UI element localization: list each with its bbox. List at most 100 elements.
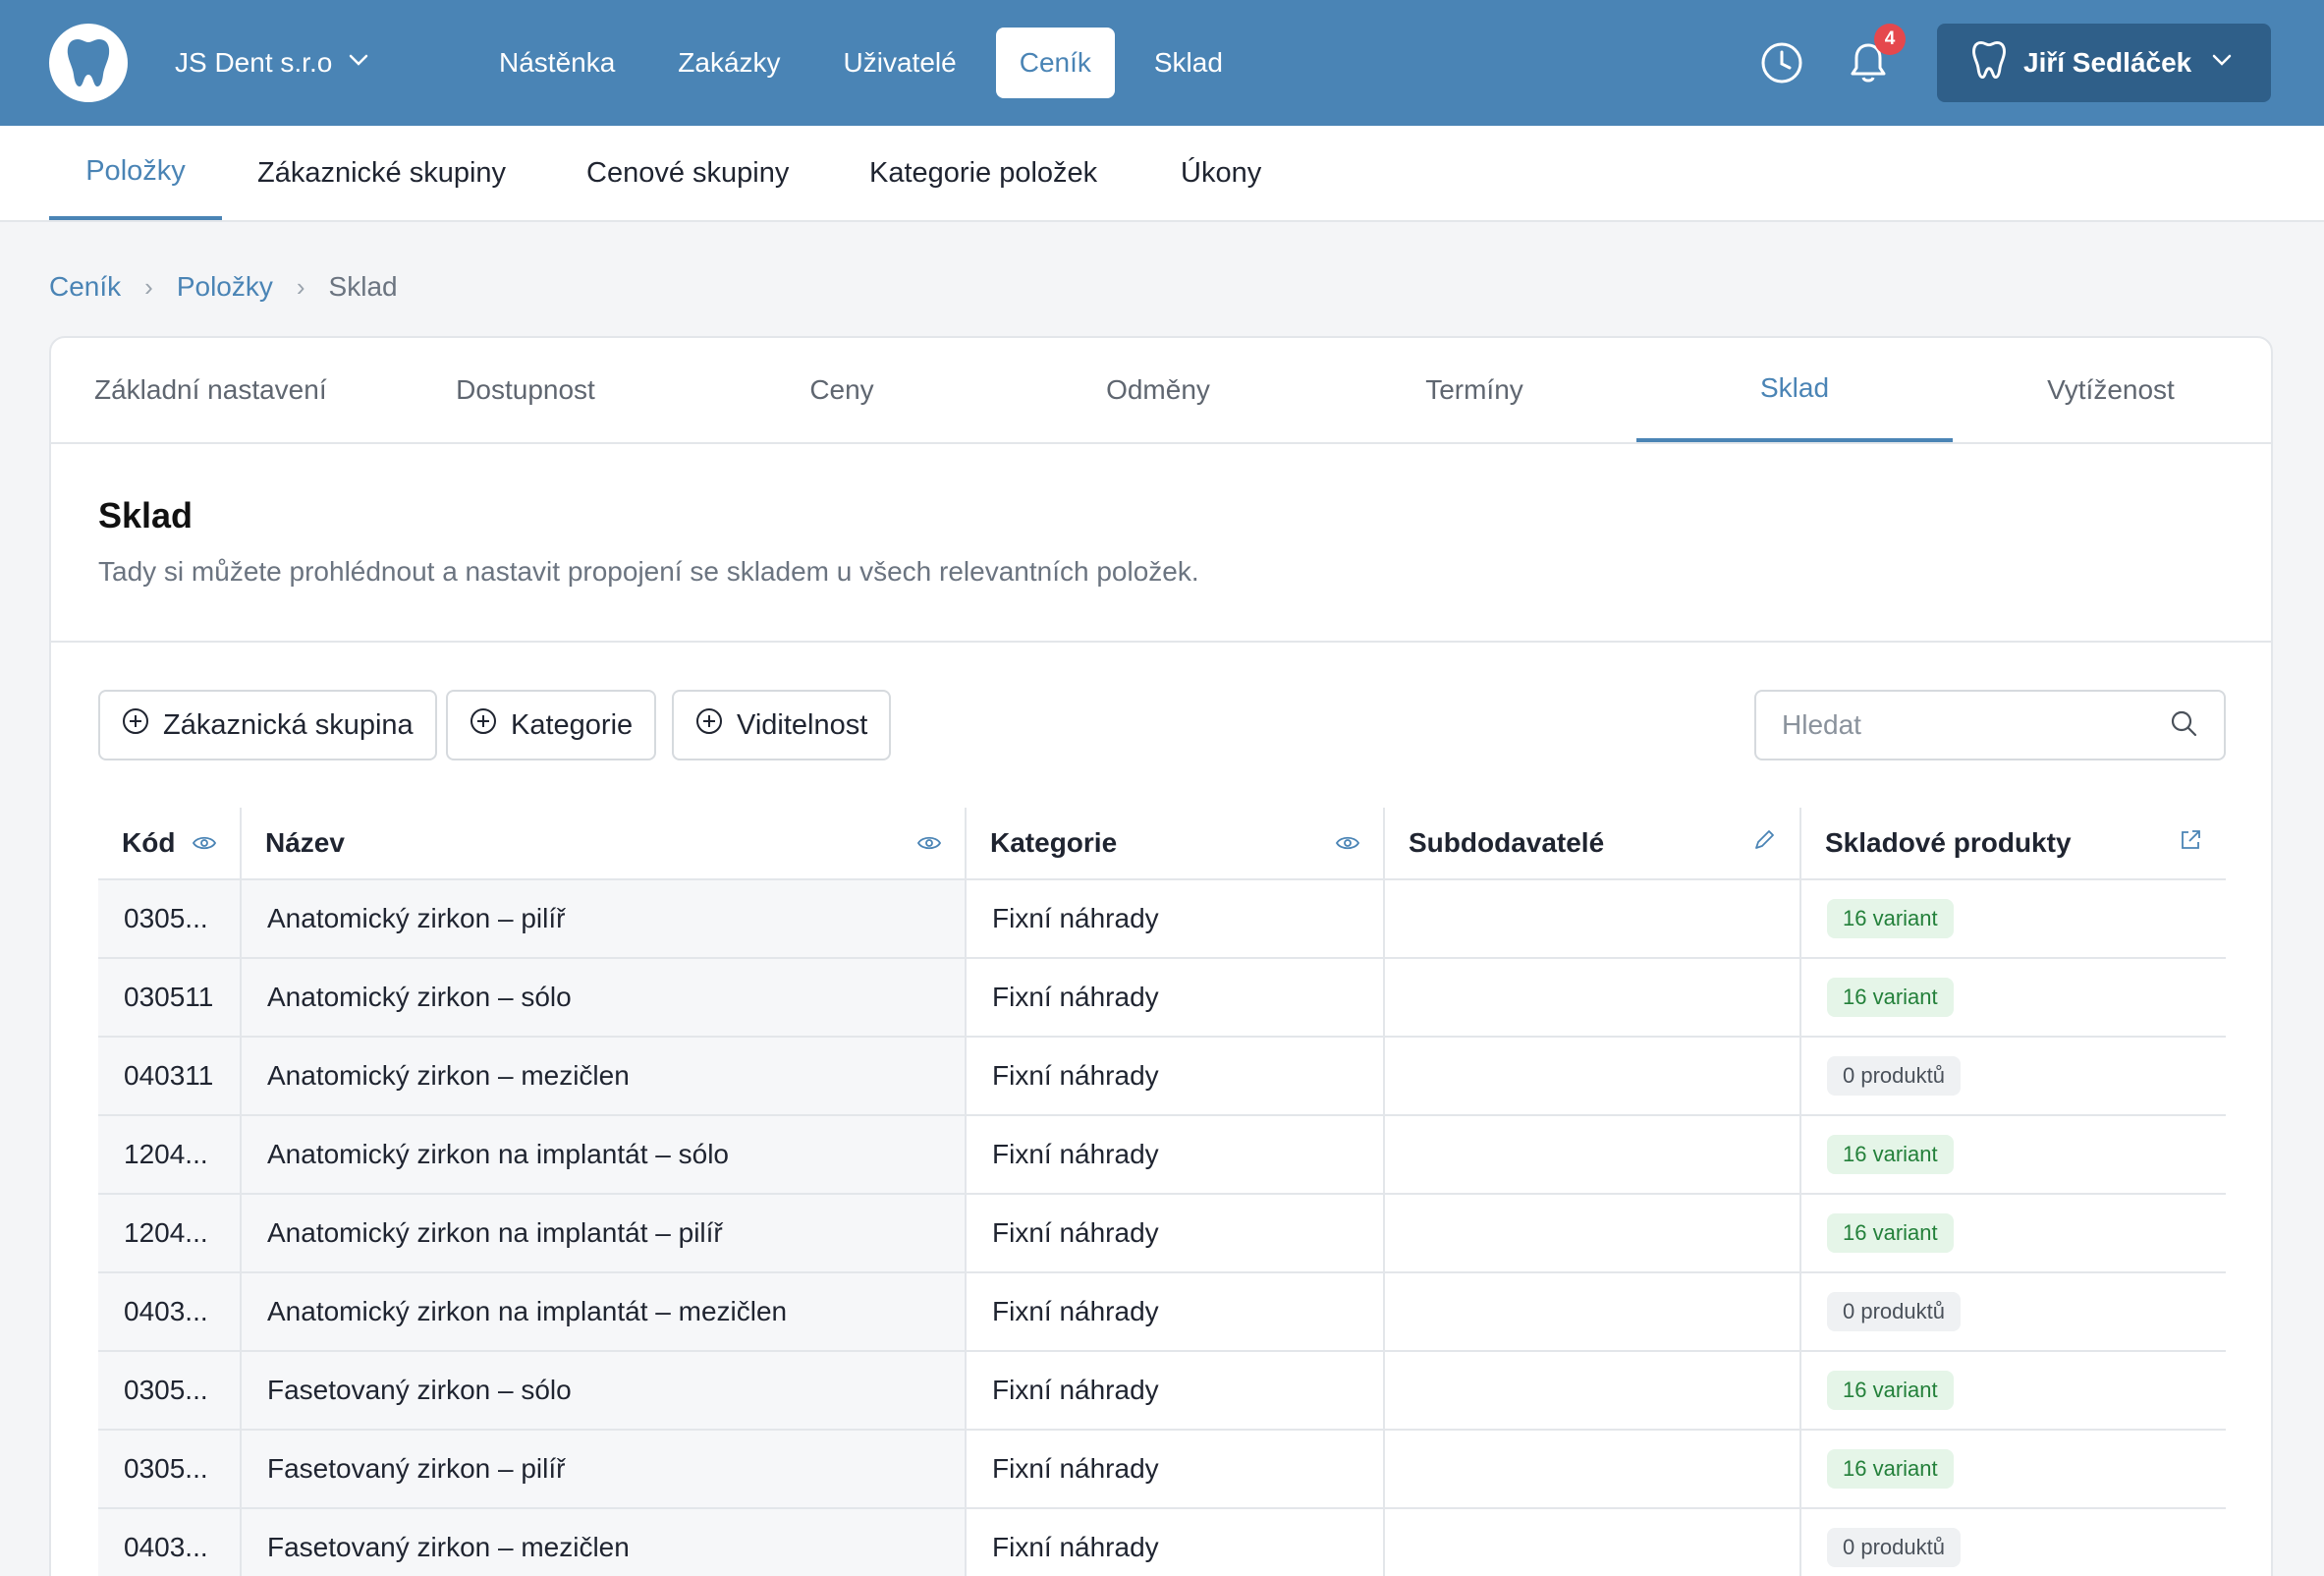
nav-item-sklad[interactable]: Sklad <box>1131 28 1246 98</box>
filter-category-button[interactable]: Kategorie <box>446 690 657 760</box>
stock-badge[interactable]: 16 variant <box>1827 1135 1954 1174</box>
subnav-item-polozky[interactable]: Položky <box>49 126 222 220</box>
cell-subdodavatele[interactable] <box>1385 1509 1801 1576</box>
tab-odmeny[interactable]: Odměny <box>1000 338 1316 442</box>
search-icon[interactable] <box>2169 708 2198 743</box>
stock-badge[interactable]: 16 variant <box>1827 1213 1954 1253</box>
user-menu-button[interactable]: Jiří Sedláček <box>1937 24 2271 102</box>
table-row[interactable]: 0305... Anatomický zirkon – pilíř Fixní ná… <box>98 880 2226 959</box>
clock-icon[interactable] <box>1758 39 1805 86</box>
cell-kod: 0305... <box>98 880 242 957</box>
divider <box>51 641 2271 643</box>
search-input[interactable] <box>1782 709 2155 741</box>
tab-sklad[interactable]: Sklad <box>1636 338 1953 442</box>
cell-kod: 030511 <box>98 959 242 1036</box>
tooth-outline-icon <box>1972 40 2006 85</box>
table-row[interactable]: 1204... Anatomický zirkon na implantát – … <box>98 1195 2226 1273</box>
subnav-item-zakaznicke-skupiny[interactable]: Zákaznické skupiny <box>257 126 506 220</box>
cell-subdodavatele[interactable] <box>1385 1352 1801 1429</box>
stock-badge[interactable]: 16 variant <box>1827 1449 1954 1489</box>
cell-kategorie: Fixní náhrady <box>967 1431 1385 1507</box>
tab-ceny[interactable]: Ceny <box>684 338 1000 442</box>
stock-badge[interactable]: 0 produktů <box>1827 1292 1961 1331</box>
column-header-nazev[interactable]: Název <box>242 808 967 878</box>
cell-subdodavatele[interactable] <box>1385 1116 1801 1193</box>
cell-kod: 0403... <box>98 1273 242 1350</box>
column-header-kod[interactable]: Kód <box>98 808 242 878</box>
cell-kod: 0305... <box>98 1431 242 1507</box>
filter-label: Zákaznická skupina <box>163 708 414 741</box>
subnav-item-kategorie-polozek[interactable]: Kategorie položek <box>869 126 1097 220</box>
stock-badge[interactable]: 16 variant <box>1827 899 1954 938</box>
cell-kod: 1204... <box>98 1116 242 1193</box>
company-switcher[interactable]: JS Dent s.r.o <box>175 39 371 86</box>
table-row[interactable]: 0305... Fasetovaný zirkon – pilíř Fixní ná… <box>98 1431 2226 1509</box>
cell-skladove-produkty: 16 variant <box>1801 880 2226 957</box>
nav-item-uzivatele[interactable]: Uživatelé <box>820 28 980 98</box>
top-header: JS Dent s.r.o Nástěnka Zakázky Uživatelé… <box>0 0 2324 126</box>
table-row[interactable]: 0305... Fasetovaný zirkon – sólo Fixní náh… <box>98 1352 2226 1431</box>
cell-nazev: Anatomický zirkon na implantát – mezičle… <box>242 1273 967 1350</box>
content-card: Základní nastavení Dostupnost Ceny Odměn… <box>49 336 2273 1576</box>
filter-customer-group-button[interactable]: Zákaznická skupina <box>98 690 437 760</box>
cell-subdodavatele[interactable] <box>1385 880 1801 957</box>
cell-subdodavatele[interactable] <box>1385 959 1801 1036</box>
cell-subdodavatele[interactable] <box>1385 1038 1801 1114</box>
table-body: 0305... Anatomický zirkon – pilíř Fixní ná… <box>98 880 2226 1576</box>
tooth-logo-icon[interactable] <box>49 24 128 102</box>
stock-badge[interactable]: 0 produktů <box>1827 1528 1961 1567</box>
cell-skladove-produkty: 0 produktů <box>1801 1038 2226 1114</box>
column-header-skladove-produkty[interactable]: Skladové produkty <box>1801 808 2226 878</box>
section-description: Tady si můžete prohlédnout a nastavit pr… <box>98 556 1199 587</box>
cell-nazev: Fasetovaný zirkon – sólo <box>242 1352 967 1429</box>
cell-skladove-produkty: 0 produktů <box>1801 1273 2226 1350</box>
table-row[interactable]: 0403... Fasetovaný zirkon – mezičlen Fixní… <box>98 1509 2226 1576</box>
nav-item-zakazky[interactable]: Zakázky <box>654 28 803 98</box>
cell-skladove-produkty: 0 produktů <box>1801 1509 2226 1576</box>
chevron-down-icon <box>2209 47 2235 80</box>
stock-badge[interactable]: 16 variant <box>1827 1371 1954 1410</box>
cell-kategorie: Fixní náhrady <box>967 880 1385 957</box>
table-row[interactable]: 1204... Anatomický zirkon na implantát – … <box>98 1116 2226 1195</box>
tab-dostupnost[interactable]: Dostupnost <box>367 338 684 442</box>
subnav-item-ukony[interactable]: Úkony <box>1181 126 1261 220</box>
breadcrumb-link-polozky[interactable]: Položky <box>177 271 273 303</box>
stock-badge[interactable]: 16 variant <box>1827 978 1954 1017</box>
tab-vytizenost[interactable]: Vytíženost <box>1953 338 2269 442</box>
cell-kategorie: Fixní náhrady <box>967 1352 1385 1429</box>
cell-skladove-produkty: 16 variant <box>1801 1116 2226 1193</box>
table-row[interactable]: 040311 Anatomický zirkon – mezičlen Fixní … <box>98 1038 2226 1116</box>
breadcrumb-link-cenik[interactable]: Ceník <box>49 271 121 303</box>
tab-terminy[interactable]: Termíny <box>1316 338 1632 442</box>
cell-subdodavatele[interactable] <box>1385 1195 1801 1271</box>
column-label: Subdodavatelé <box>1409 827 1605 858</box>
column-label: Kategorie <box>990 827 1118 858</box>
pencil-icon[interactable] <box>1752 827 1776 859</box>
nav-item-nastenka[interactable]: Nástěnka <box>475 28 638 98</box>
column-header-kategorie[interactable]: Kategorie <box>967 808 1385 878</box>
filter-visibility-button[interactable]: Viditelnost <box>672 690 892 760</box>
table-row[interactable]: 0403... Anatomický zirkon na implantát – … <box>98 1273 2226 1352</box>
cell-nazev: Anatomický zirkon – mezičlen <box>242 1038 967 1114</box>
cell-skladove-produkty: 16 variant <box>1801 1431 2226 1507</box>
tab-zakladni-nastaveni[interactable]: Základní nastavení <box>51 338 367 442</box>
cell-subdodavatele[interactable] <box>1385 1431 1801 1507</box>
cell-nazev: Fasetovaný zirkon – mezičlen <box>242 1509 967 1576</box>
external-link-icon[interactable] <box>2179 827 2202 859</box>
cell-kategorie: Fixní náhrady <box>967 1195 1385 1271</box>
eye-icon[interactable] <box>1335 827 1360 859</box>
cell-kategorie: Fixní náhrady <box>967 1273 1385 1350</box>
eye-icon[interactable] <box>192 827 217 859</box>
subnav-item-cenove-skupiny[interactable]: Cenové skupiny <box>586 126 789 220</box>
cell-subdodavatele[interactable] <box>1385 1273 1801 1350</box>
cell-skladove-produkty: 16 variant <box>1801 1352 2226 1429</box>
table-row[interactable]: 030511 Anatomický zirkon – sólo Fixní náhr… <box>98 959 2226 1038</box>
filter-label: Viditelnost <box>737 708 868 741</box>
stock-badge[interactable]: 0 produktů <box>1827 1056 1961 1096</box>
chevron-down-icon <box>346 47 371 80</box>
cell-kategorie: Fixní náhrady <box>967 959 1385 1036</box>
column-header-subdodavatele[interactable]: Subdodavatelé <box>1385 808 1801 878</box>
eye-icon[interactable] <box>916 827 942 859</box>
nav-item-cenik[interactable]: Ceník <box>995 28 1115 98</box>
breadcrumb: Ceník › Položky › Sklad <box>49 263 398 310</box>
